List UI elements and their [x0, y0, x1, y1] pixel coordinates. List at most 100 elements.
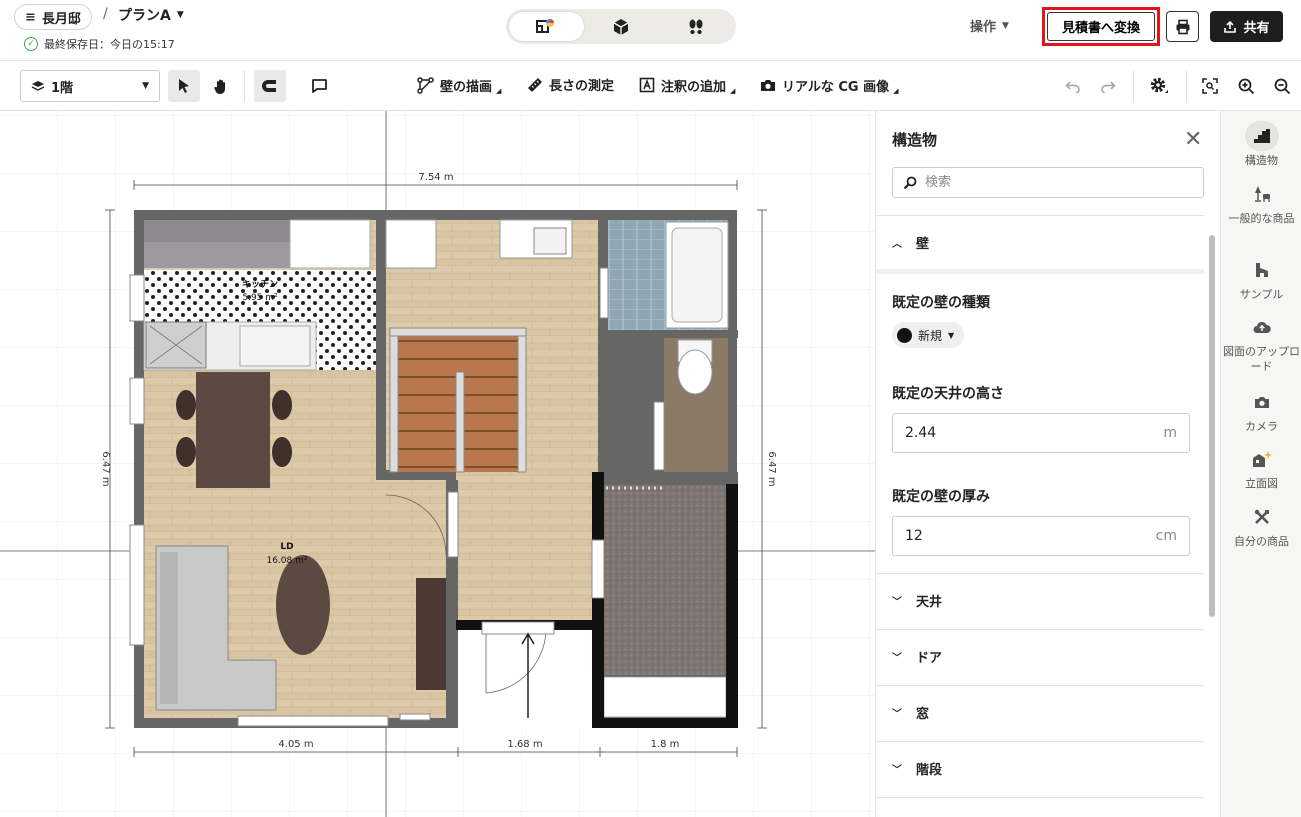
- view-3d-button[interactable]: [584, 12, 659, 41]
- interior-wall[interactable]: [592, 472, 738, 484]
- section-ceiling-header[interactable]: ﹀ 天井: [892, 591, 942, 610]
- coffee-table[interactable]: [276, 555, 330, 655]
- share-button[interactable]: 共有: [1210, 11, 1283, 42]
- search-box[interactable]: [892, 167, 1204, 198]
- ceiling-height-unit: m: [1163, 425, 1177, 441]
- elevation-icon: [1245, 444, 1279, 474]
- dining-chair[interactable]: [272, 390, 292, 420]
- ceiling-height-input[interactable]: 2.44 m: [892, 413, 1190, 453]
- window[interactable]: [237, 715, 389, 727]
- sidebar-item-structure[interactable]: 構造物: [1221, 121, 1301, 168]
- wall-type-value: 新規: [918, 328, 943, 343]
- sidebar-item-upload-plan[interactable]: 図面のアップロード: [1221, 312, 1301, 374]
- window[interactable]: [599, 267, 609, 319]
- plan-selector[interactable]: プランA ▼: [118, 5, 184, 25]
- dimension-label-bottom-1: 4.05 m: [278, 739, 313, 750]
- window[interactable]: [129, 274, 145, 322]
- corner-triangle-icon: ◢: [496, 87, 502, 95]
- door[interactable]: [591, 539, 605, 599]
- dining-chair[interactable]: [176, 390, 196, 420]
- save-status: ✓ 最終保存日：今日の15:17: [24, 36, 175, 52]
- settings-button[interactable]: [1143, 70, 1175, 102]
- interior-wall[interactable]: [598, 330, 738, 338]
- dining-chair[interactable]: [272, 437, 292, 467]
- sidebar-item-label: 立面図: [1245, 477, 1278, 490]
- floorplan-canvas[interactable]: 7.54 m 6.47 m 6.47 m 4.05 m 1.68 m 1.8 m…: [0, 111, 875, 817]
- comment-tool-button[interactable]: [303, 70, 335, 102]
- floor-selector[interactable]: 1階 ▼: [20, 70, 160, 102]
- view-2d-button[interactable]: [509, 12, 584, 41]
- refrigerator[interactable]: [289, 219, 371, 269]
- redo-button[interactable]: [1092, 70, 1124, 102]
- close-icon[interactable]: ✕: [1184, 127, 1202, 152]
- sidebar-item-elevation[interactable]: 立面図: [1221, 444, 1301, 491]
- zoom-out-button[interactable]: [1266, 70, 1298, 102]
- section-door-header[interactable]: ﹀ ドア: [892, 647, 942, 666]
- divider: [876, 797, 1204, 798]
- window[interactable]: [129, 377, 145, 425]
- wall-thickness-value: 12: [905, 528, 923, 544]
- caret-down-icon: ▼: [142, 81, 149, 91]
- room-label-kitchen: キッチン: [242, 279, 278, 290]
- convert-to-estimate-button[interactable]: 見積書へ変換: [1047, 12, 1155, 41]
- view-walk-button[interactable]: [658, 12, 733, 41]
- undo-button[interactable]: [1057, 70, 1089, 102]
- bedroom-wall[interactable]: [726, 484, 738, 728]
- kitchen-sink[interactable]: [239, 325, 311, 367]
- select-tool-button[interactable]: [168, 70, 200, 102]
- magnet-snap-button[interactable]: [254, 70, 286, 102]
- bedroom-wall[interactable]: [592, 472, 604, 728]
- zoom-in-button[interactable]: [1230, 70, 1262, 102]
- corner-triangle-icon: ◢: [893, 87, 899, 95]
- window[interactable]: [399, 713, 431, 721]
- add-annotation-button[interactable]: 注釈の追加 ◢: [639, 75, 735, 95]
- sidebar-item-general-products[interactable]: 一般的な商品: [1221, 179, 1301, 226]
- sidebar-item-samples[interactable]: サンプル: [1221, 255, 1301, 302]
- toilet[interactable]: [677, 349, 713, 395]
- closet-shelf[interactable]: [603, 676, 727, 718]
- divider: [876, 573, 1204, 574]
- bedroom-wall[interactable]: [592, 718, 738, 728]
- pan-tool-button[interactable]: [205, 70, 237, 102]
- sidebar-item-label: 自分の商品: [1234, 535, 1289, 548]
- operations-menu[interactable]: 操作 ▼: [970, 16, 1009, 35]
- wall-thickness-input[interactable]: 12 cm: [892, 516, 1190, 556]
- panel-scrollbar[interactable]: [1209, 235, 1215, 617]
- hand-icon: [214, 79, 225, 94]
- door[interactable]: [653, 401, 665, 471]
- interior-wall[interactable]: [376, 210, 386, 480]
- kitchen-cabinet[interactable]: [144, 220, 290, 242]
- section-window-header[interactable]: ﹀ 窓: [892, 703, 929, 722]
- section-wall-label: 壁: [916, 237, 930, 252]
- section-divider: [876, 269, 1204, 274]
- fit-view-button[interactable]: [1194, 70, 1226, 102]
- sidebar-item-label: カメラ: [1245, 420, 1278, 433]
- draw-wall-button[interactable]: 壁の描画 ◢: [417, 75, 501, 95]
- section-stairs-header[interactable]: ﹀ 階段: [892, 759, 942, 778]
- search-input[interactable]: [925, 175, 1185, 190]
- cg-image-button[interactable]: リアルな CG 画像 ◢: [760, 75, 899, 95]
- measure-button[interactable]: 長さの測定: [527, 75, 614, 94]
- project-menu-button[interactable]: ≡ 長月邸: [14, 4, 92, 30]
- print-button[interactable]: [1166, 11, 1199, 42]
- dining-table[interactable]: [196, 372, 270, 488]
- sidebar-item-camera[interactable]: カメラ: [1221, 387, 1301, 434]
- bedroom-floor[interactable]: [604, 485, 726, 675]
- washing-machine[interactable]: [385, 219, 437, 269]
- entrance-floor[interactable]: [456, 628, 592, 728]
- tv-stand[interactable]: [416, 578, 446, 690]
- dining-chair[interactable]: [176, 437, 196, 467]
- section-wall-header[interactable]: ︿ 壁: [892, 233, 929, 252]
- sidebar-item-my-products[interactable]: 自分の商品: [1221, 502, 1301, 549]
- color-dot-icon: [897, 327, 912, 343]
- door[interactable]: [447, 491, 459, 558]
- wall-type-dropdown[interactable]: 新規 ▼: [892, 322, 965, 348]
- window[interactable]: [129, 524, 145, 646]
- floorplan-svg[interactable]: 7.54 m 6.47 m 6.47 m 4.05 m 1.68 m 1.8 m…: [0, 111, 875, 817]
- chevron-down-icon: ﹀: [892, 709, 902, 720]
- corridor-floor[interactable]: [446, 480, 592, 620]
- entrance-door[interactable]: [481, 621, 555, 635]
- plan-name: プランA: [118, 8, 171, 24]
- ceiling-height-value: 2.44: [905, 425, 937, 441]
- magnet-icon: [262, 80, 276, 92]
